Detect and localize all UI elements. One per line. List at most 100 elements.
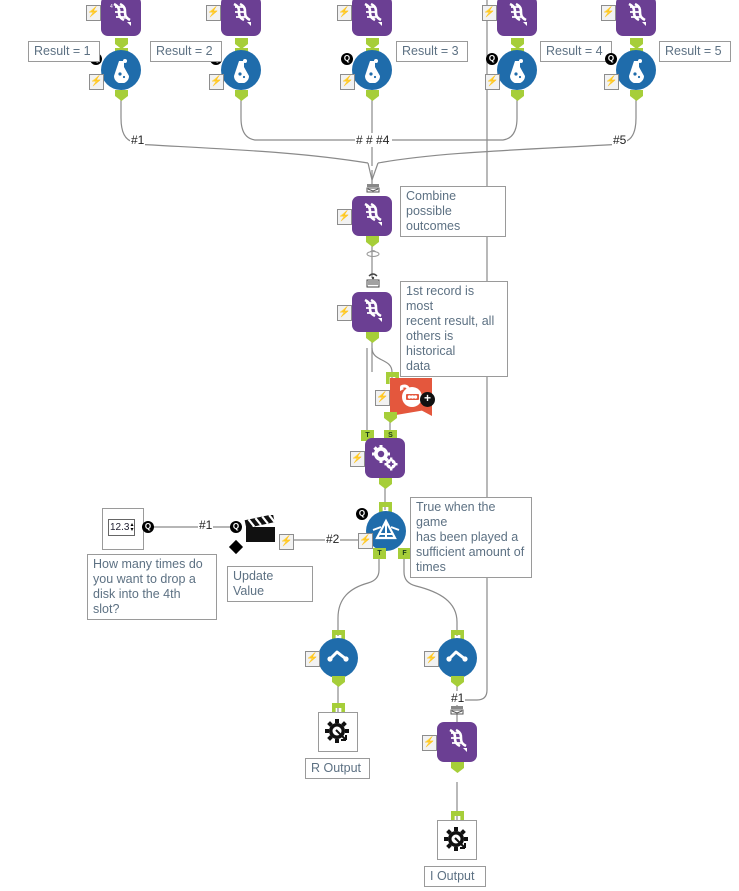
output-port[interactable] xyxy=(235,90,248,101)
bolt-badge[interactable]: ⚡ xyxy=(358,533,373,549)
bolt-badge[interactable]: ⚡ xyxy=(209,74,224,90)
q-badge[interactable]: Q xyxy=(142,521,154,533)
q-badge[interactable]: Q xyxy=(486,53,498,65)
flask-node-5[interactable] xyxy=(616,50,656,90)
output-port[interactable] xyxy=(332,676,345,687)
numeric-stepper[interactable]: 12.3 ▴ ▾ xyxy=(108,519,136,536)
svg-text:4: 4 xyxy=(110,4,113,10)
bolt-badge[interactable]: ⚡ xyxy=(424,651,439,667)
gear-arrow-output-icon xyxy=(325,719,349,743)
dna-helix-icon xyxy=(233,2,251,26)
bolt-badge[interactable]: ⚡ xyxy=(482,5,497,21)
output-port[interactable] xyxy=(451,676,464,687)
bolt-badge[interactable]: ⚡ xyxy=(337,305,352,321)
route-path-icon xyxy=(327,650,349,662)
output-port[interactable] xyxy=(451,762,464,773)
dna-node-4[interactable] xyxy=(497,0,537,36)
wire-label-merge-1: #1 xyxy=(130,133,146,147)
q-badge[interactable]: Q xyxy=(356,508,368,520)
flask-node-4[interactable] xyxy=(497,50,537,90)
i-output-node[interactable] xyxy=(437,820,477,860)
stack-records-icon xyxy=(450,706,464,715)
bolt-badge[interactable]: ⚡ xyxy=(485,74,500,90)
wire-label-spinner-out: #1 xyxy=(198,518,214,532)
flask-node-2[interactable] xyxy=(221,50,261,90)
result-label-1: Result = 1 xyxy=(28,41,100,62)
stepper-down-icon[interactable]: ▾ xyxy=(130,527,133,533)
bolt-badge[interactable]: ⚡ xyxy=(337,209,352,225)
plus-badge[interactable]: + xyxy=(420,392,435,407)
bolt-badge[interactable]: ⚡ xyxy=(350,451,365,467)
output-port[interactable] xyxy=(379,478,392,489)
flask-node-3[interactable] xyxy=(352,50,392,90)
dna-helix-icon: 4 2 3 xyxy=(110,2,131,26)
dna-node-bottom[interactable] xyxy=(437,722,477,762)
output-port[interactable] xyxy=(115,38,128,49)
antenna-record-icon xyxy=(366,250,380,257)
output-port[interactable] xyxy=(235,38,248,49)
stack-records-icon xyxy=(366,184,380,193)
gears-icon xyxy=(372,445,398,471)
bolt-badge[interactable]: ⚡ xyxy=(89,74,104,90)
dna-helix-icon xyxy=(364,202,382,226)
dna-node-3[interactable] xyxy=(352,0,392,36)
bolt-badge[interactable]: ⚡ xyxy=(86,5,101,21)
output-port[interactable] xyxy=(366,332,379,343)
route-node-left[interactable] xyxy=(318,638,358,678)
route-node-right[interactable] xyxy=(437,638,477,678)
output-port[interactable] xyxy=(384,412,397,423)
q-badge[interactable]: Q xyxy=(341,53,353,65)
bolt-badge[interactable]: ⚡ xyxy=(340,74,355,90)
numeric-value: 12.3 xyxy=(110,522,130,533)
route-path-icon xyxy=(446,650,468,662)
bolt-badge[interactable]: ⚡ xyxy=(206,5,221,21)
update-value-node[interactable] xyxy=(243,514,279,552)
flask-icon xyxy=(234,59,249,83)
dna-helix-icon xyxy=(509,2,527,26)
note-question: How many times do you want to drop a dis… xyxy=(87,554,217,620)
svg-text:3: 3 xyxy=(124,15,127,21)
flask-node-1[interactable] xyxy=(101,50,141,90)
bolt-badge[interactable]: ⚡ xyxy=(604,74,619,90)
bolt-badge[interactable]: ⚡ xyxy=(601,5,616,21)
q-badge[interactable]: Q xyxy=(230,521,242,533)
output-port[interactable] xyxy=(511,38,524,49)
bolt-badge[interactable]: ⚡ xyxy=(375,390,390,406)
gears-node[interactable] xyxy=(365,438,405,478)
bolt-badge[interactable]: ⚡ xyxy=(422,735,437,751)
caption-r-output: R Output xyxy=(305,758,370,779)
dna-helix-icon xyxy=(364,298,382,322)
bolt-badge[interactable]: ⚡ xyxy=(337,5,352,21)
output-port-true[interactable]: T xyxy=(373,548,386,559)
bolt-badge[interactable]: ⚡ xyxy=(305,651,320,667)
dna-node-1[interactable]: 4 2 3 xyxy=(101,0,141,36)
output-port[interactable] xyxy=(366,38,379,49)
dna-helix-icon xyxy=(364,2,382,26)
r-output-node[interactable] xyxy=(318,712,358,752)
dna-helix-icon xyxy=(449,728,467,752)
output-port[interactable] xyxy=(115,90,128,101)
output-port[interactable] xyxy=(630,38,643,49)
history-node[interactable] xyxy=(352,292,392,332)
result-label-3: Result = 3 xyxy=(396,41,468,62)
stepper-arrows[interactable]: ▴ ▾ xyxy=(130,522,133,533)
result-label-5: Result = 5 xyxy=(659,41,731,62)
combine-node[interactable] xyxy=(352,196,392,236)
output-port[interactable] xyxy=(366,90,379,101)
decision-triangle-icon xyxy=(372,518,400,540)
workflow-canvas[interactable]: 4 2 3 ⚡ Q ⚡ Result = 1 ⚡ xyxy=(0,0,739,891)
dna-node-2[interactable] xyxy=(221,0,261,36)
wire-label-bottom-loop: #1 xyxy=(450,691,466,705)
bolt-badge[interactable]: ⚡ xyxy=(279,534,294,550)
wire-label-merge-5: #5 xyxy=(612,133,628,147)
output-port[interactable] xyxy=(630,90,643,101)
dna-node-5[interactable] xyxy=(616,0,656,36)
result-label-4: Result = 4 xyxy=(540,41,612,62)
result-label-2: Result = 2 xyxy=(150,41,222,62)
caption-update-value: Update Value xyxy=(227,566,313,602)
flask-icon xyxy=(365,59,380,83)
q-badge[interactable]: Q xyxy=(605,53,617,65)
wire-label-clapper-out: #2 xyxy=(325,532,341,546)
output-port[interactable] xyxy=(511,90,524,101)
output-port[interactable] xyxy=(366,236,379,247)
